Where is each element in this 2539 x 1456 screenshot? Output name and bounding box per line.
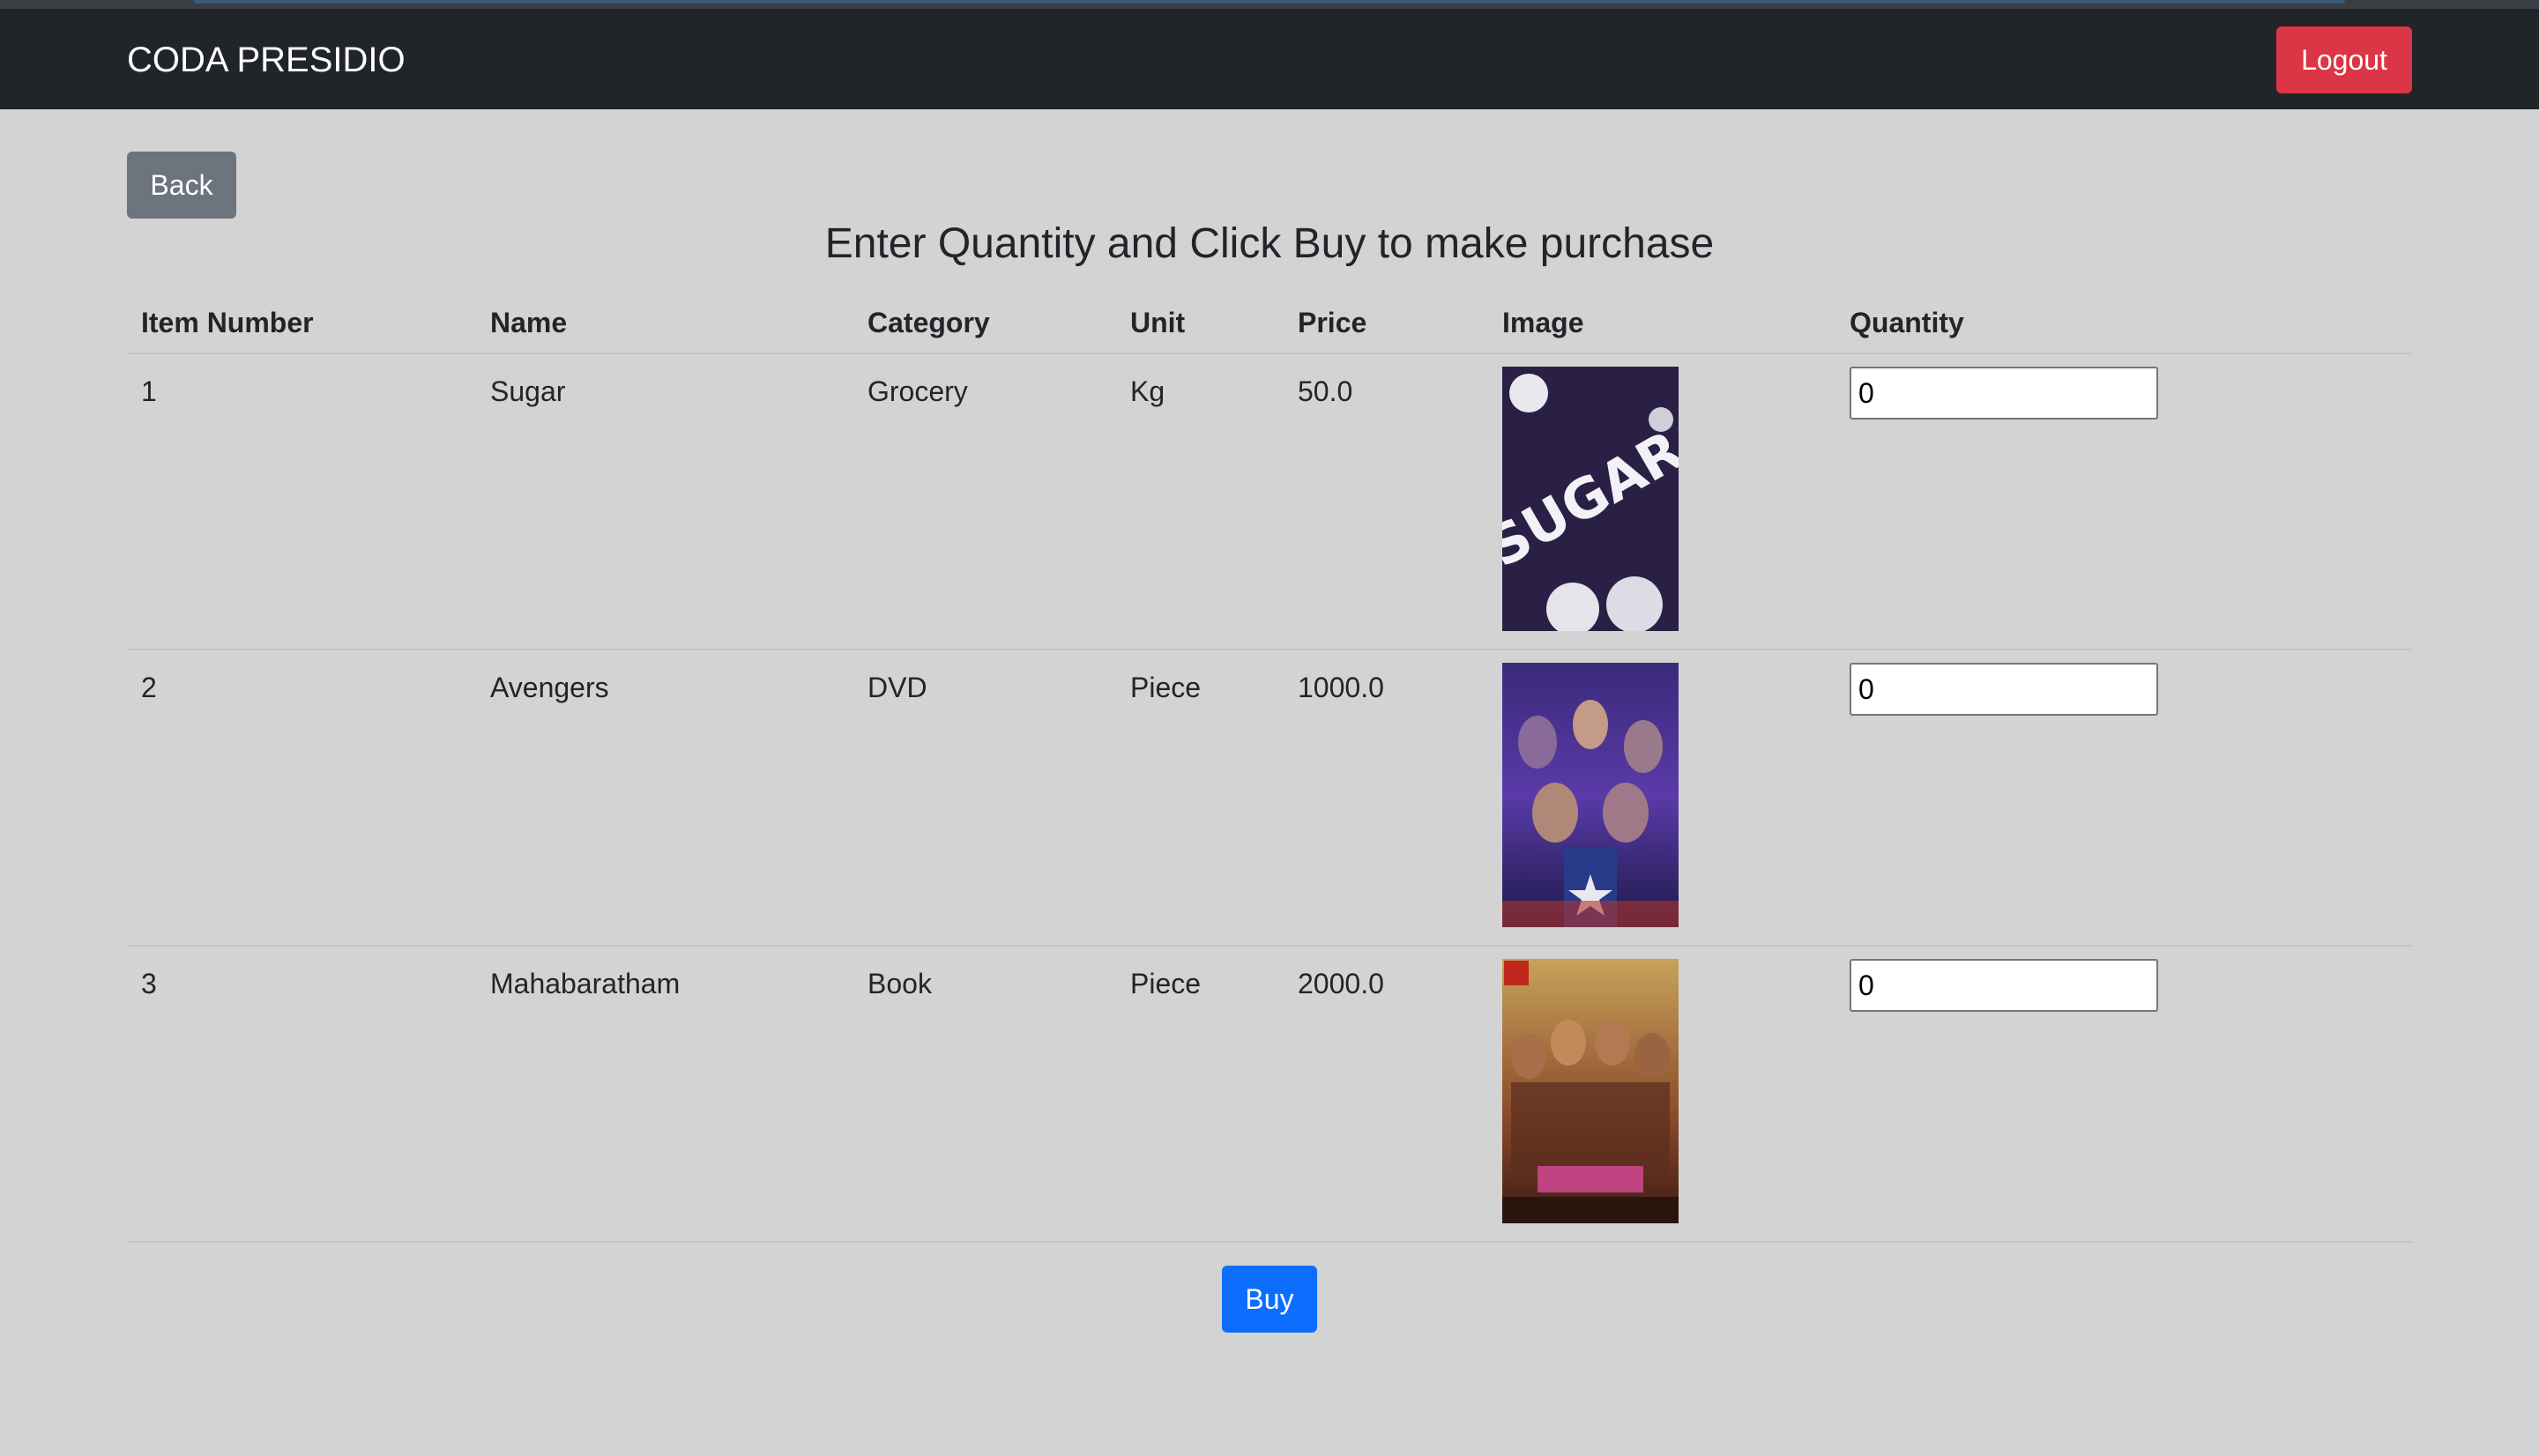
header-quantity: Quantity bbox=[1835, 293, 2412, 354]
back-button[interactable]: Back bbox=[127, 152, 236, 219]
header-unit: Unit bbox=[1116, 293, 1284, 354]
item-category: Grocery bbox=[867, 375, 968, 407]
items-table: Item Number Name Category Unit Price Ima… bbox=[127, 293, 2412, 1243]
unit-cell: Piece bbox=[1116, 650, 1284, 947]
category-cell: Book bbox=[853, 946, 1116, 1243]
name-cell: Sugar bbox=[476, 353, 853, 650]
price-cell: 2000.0 bbox=[1284, 946, 1488, 1243]
item-unit: Piece bbox=[1130, 672, 1202, 703]
browser-top-strip bbox=[0, 0, 2539, 9]
header-price: Price bbox=[1284, 293, 1488, 354]
quantity-input[interactable] bbox=[1850, 959, 2158, 1012]
header-item-number: Item Number bbox=[127, 293, 476, 354]
browser-tab-bar bbox=[194, 0, 2345, 4]
item-number-cell: 1 bbox=[127, 353, 476, 650]
item-name: Sugar bbox=[490, 375, 566, 407]
header-image: Image bbox=[1488, 293, 1835, 354]
item-number: 1 bbox=[141, 375, 157, 407]
navbar: CODA PRESIDIO Logout bbox=[0, 9, 2539, 109]
unit-cell: Piece bbox=[1116, 946, 1284, 1243]
quantity-input[interactable] bbox=[1850, 367, 2158, 420]
image-cell bbox=[1488, 650, 1835, 947]
mahabaratham-cover-image bbox=[1502, 959, 1679, 1223]
category-cell: Grocery bbox=[853, 353, 1116, 650]
item-category: Book bbox=[867, 968, 932, 999]
quantity-input[interactable] bbox=[1850, 663, 2158, 716]
unit-cell: Kg bbox=[1116, 353, 1284, 650]
image-cell bbox=[1488, 946, 1835, 1243]
item-number-cell: 3 bbox=[127, 946, 476, 1243]
image-cell: SUGAR bbox=[1488, 353, 1835, 650]
item-price: 1000.0 bbox=[1298, 672, 1384, 703]
price-cell: 1000.0 bbox=[1284, 650, 1488, 947]
item-category: DVD bbox=[867, 672, 927, 703]
price-cell: 50.0 bbox=[1284, 353, 1488, 650]
quantity-cell bbox=[1835, 353, 2412, 650]
quantity-cell bbox=[1835, 650, 2412, 947]
item-name: Avengers bbox=[490, 672, 609, 703]
buy-button[interactable]: Buy bbox=[1222, 1266, 1317, 1333]
table-row: 2 Avengers DVD Piece 1000.0 bbox=[127, 650, 2412, 947]
item-number: 3 bbox=[141, 968, 157, 999]
item-unit: Kg bbox=[1130, 375, 1165, 407]
table-row: 1 Sugar Grocery Kg 50.0 SUGAR bbox=[127, 353, 2412, 650]
name-cell: Avengers bbox=[476, 650, 853, 947]
item-name: Mahabaratham bbox=[490, 968, 681, 999]
sugar-image: SUGAR bbox=[1502, 367, 1679, 631]
header-category: Category bbox=[853, 293, 1116, 354]
header-name: Name bbox=[476, 293, 853, 354]
quantity-cell bbox=[1835, 946, 2412, 1243]
category-cell: DVD bbox=[853, 650, 1116, 947]
item-number-cell: 2 bbox=[127, 650, 476, 947]
item-price: 2000.0 bbox=[1298, 968, 1384, 999]
logout-button[interactable]: Logout bbox=[2276, 26, 2412, 93]
item-unit: Piece bbox=[1130, 968, 1202, 999]
table-header-row: Item Number Name Category Unit Price Ima… bbox=[127, 293, 2412, 354]
item-number: 2 bbox=[141, 672, 157, 703]
name-cell: Mahabaratham bbox=[476, 946, 853, 1243]
avengers-poster-image bbox=[1502, 663, 1679, 927]
table-row: 3 Mahabaratham Book Piece 2000.0 bbox=[127, 946, 2412, 1243]
brand-title: CODA PRESIDIO bbox=[127, 41, 406, 79]
page-title: Enter Quantity and Click Buy to make pur… bbox=[824, 220, 1715, 267]
item-price: 50.0 bbox=[1298, 375, 1353, 407]
